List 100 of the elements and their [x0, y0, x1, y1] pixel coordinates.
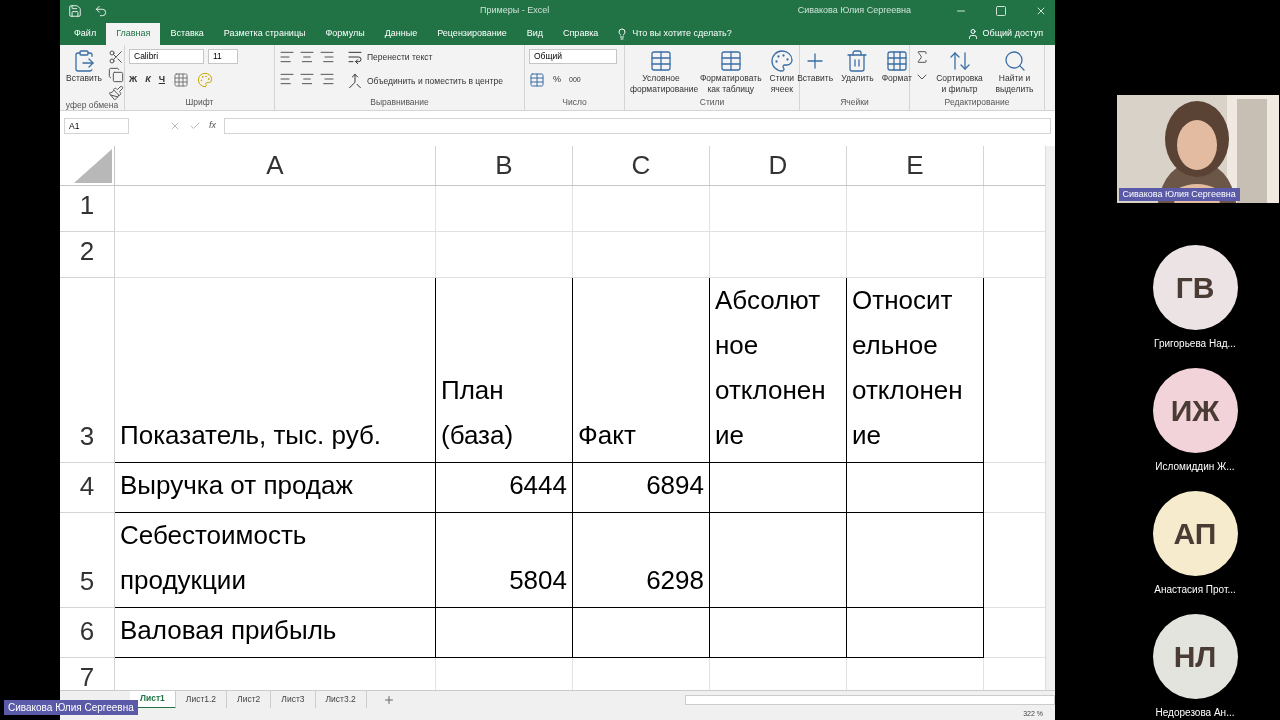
- align-left-icon: [279, 49, 295, 65]
- ribbon-tab[interactable]: Данные: [374, 23, 428, 45]
- undo-icon[interactable]: [94, 4, 108, 18]
- table-cell: 6298: [573, 513, 710, 608]
- participant-avatar: ИЖ: [1152, 368, 1238, 453]
- column-header[interactable]: E: [847, 146, 984, 185]
- cells-icon: [884, 49, 909, 73]
- table-cell: 6444: [436, 463, 573, 513]
- style-button[interactable]: Форматировать как таблицу: [697, 49, 764, 95]
- edit-button[interactable]: Сортировка и фильтр: [934, 49, 985, 95]
- ribbon-tab[interactable]: Разметка страницы: [213, 23, 316, 45]
- group-label: уфер обмена: [64, 101, 120, 112]
- table-cell: 5804: [436, 513, 573, 608]
- ribbon-tab[interactable]: Справка: [553, 23, 609, 45]
- border-icon: [173, 72, 189, 88]
- horizontal-scrollbar[interactable]: [684, 694, 1055, 705]
- style-icon: [769, 49, 794, 73]
- enter-icon: [189, 120, 201, 132]
- font-size-field[interactable]: 11: [208, 49, 238, 64]
- group-label: Шрифт: [184, 97, 215, 109]
- ribbon-tab[interactable]: Формулы: [315, 23, 375, 45]
- save-icon[interactable]: [68, 4, 82, 18]
- style-icon: [648, 49, 673, 73]
- close-icon[interactable]: [1035, 5, 1047, 17]
- cancel-icon: [169, 120, 181, 132]
- wrap-text-button[interactable]: Перенести текст: [347, 49, 503, 65]
- bold-button[interactable]: Ж: [129, 73, 138, 87]
- row-header[interactable]: 5: [60, 513, 115, 608]
- align-left-icon: [279, 71, 295, 87]
- paste-button[interactable]: Вставить: [64, 49, 105, 101]
- column-header[interactable]: D: [710, 146, 847, 185]
- row-header[interactable]: 2: [60, 232, 115, 278]
- user-name: Сивакова Юлия Сергеевна: [797, 4, 911, 18]
- group-label: Редактирование: [943, 97, 1011, 109]
- column-header[interactable]: C: [573, 146, 710, 185]
- ribbon-tab[interactable]: Вставка: [160, 23, 214, 45]
- row-header[interactable]: 1: [60, 186, 115, 232]
- wrap-icon: [347, 49, 363, 65]
- number-format-field[interactable]: Общий: [529, 49, 617, 64]
- formula-field[interactable]: [224, 118, 1051, 134]
- share-button[interactable]: Общий доступ: [958, 23, 1051, 45]
- align-right-icon: [319, 49, 335, 65]
- group-label: Стили: [698, 97, 726, 109]
- column-header[interactable]: A: [115, 146, 436, 185]
- edit-icon: [1002, 49, 1027, 73]
- group-label: Выравнивание: [369, 97, 430, 109]
- align-center-icon: [299, 49, 315, 65]
- table-cell: Факт: [573, 278, 710, 463]
- cells-button[interactable]: Вставить: [795, 49, 836, 84]
- percent-button[interactable]: %: [553, 73, 561, 87]
- copy-icon: [108, 67, 125, 83]
- merge-button[interactable]: Объединить и поместить в центре: [347, 73, 503, 89]
- participant-avatar: ГВ: [1152, 245, 1238, 330]
- add-sheet-icon[interactable]: [382, 693, 395, 706]
- function-button[interactable]: fx: [209, 119, 216, 133]
- row-header[interactable]: 3: [60, 278, 115, 463]
- select-all-icon[interactable]: [74, 149, 112, 183]
- fill-color-icon: [197, 72, 213, 88]
- edit-button[interactable]: Найти и выделить: [989, 49, 1040, 95]
- vertical-scrollbar[interactable]: [1045, 146, 1055, 690]
- ribbon-tab[interactable]: Главная: [106, 23, 161, 45]
- row-header[interactable]: 6: [60, 608, 115, 658]
- cells-button[interactable]: Формат: [879, 49, 914, 84]
- style-button[interactable]: Стили ячеек: [767, 49, 797, 95]
- participant-name: Анастасия Прот...: [1154, 583, 1236, 597]
- paste-icon: [72, 49, 96, 73]
- ribbon-tab[interactable]: Файл: [64, 23, 107, 45]
- search-hint[interactable]: Что вы хотите сделать?: [632, 27, 732, 41]
- sum-icon: [914, 49, 930, 65]
- participant-avatar: АП: [1152, 491, 1238, 576]
- presenter-label: Сивакова Юлия Сергеевна: [4, 700, 138, 715]
- italic-button[interactable]: К: [145, 73, 151, 87]
- ribbon-tab[interactable]: Рецензирование: [427, 23, 517, 45]
- group-label: Ячейки: [839, 97, 870, 109]
- table-cell: Абсолютное отклонение: [710, 278, 847, 463]
- row-header[interactable]: 4: [60, 463, 115, 513]
- table-cell: Себестоимость продукции: [115, 513, 436, 608]
- align-center-icon: [299, 71, 315, 87]
- group-label: Число: [561, 97, 588, 109]
- ribbon-tab[interactable]: Вид: [516, 23, 553, 45]
- lightbulb-icon: [616, 28, 629, 40]
- style-icon: [718, 49, 743, 73]
- align-right-icon: [319, 71, 335, 87]
- table-cell: 6894: [573, 463, 710, 513]
- scissors-icon: [108, 49, 125, 65]
- column-header[interactable]: B: [436, 146, 573, 185]
- table-cell: Относительное отклонение: [847, 278, 984, 463]
- person-icon: [966, 28, 979, 40]
- table-cell: Показатель, тыс. руб.: [115, 278, 436, 463]
- underline-button[interactable]: Ч: [158, 73, 165, 87]
- window-title: Примеры - Excel: [480, 4, 550, 18]
- table-cell: Выручка от продаж: [115, 463, 436, 513]
- brush-icon: [108, 85, 125, 101]
- cells-button[interactable]: Удалить: [839, 49, 876, 84]
- participant-avatar: НЛ: [1152, 614, 1238, 699]
- name-box[interactable]: A1: [64, 118, 129, 134]
- table-cell: Валовая прибыль: [115, 608, 436, 658]
- participant-name: Григорьева Над...: [1154, 337, 1236, 351]
- font-name-field[interactable]: Calibri: [129, 49, 204, 64]
- maximize-icon[interactable]: [995, 5, 1007, 17]
